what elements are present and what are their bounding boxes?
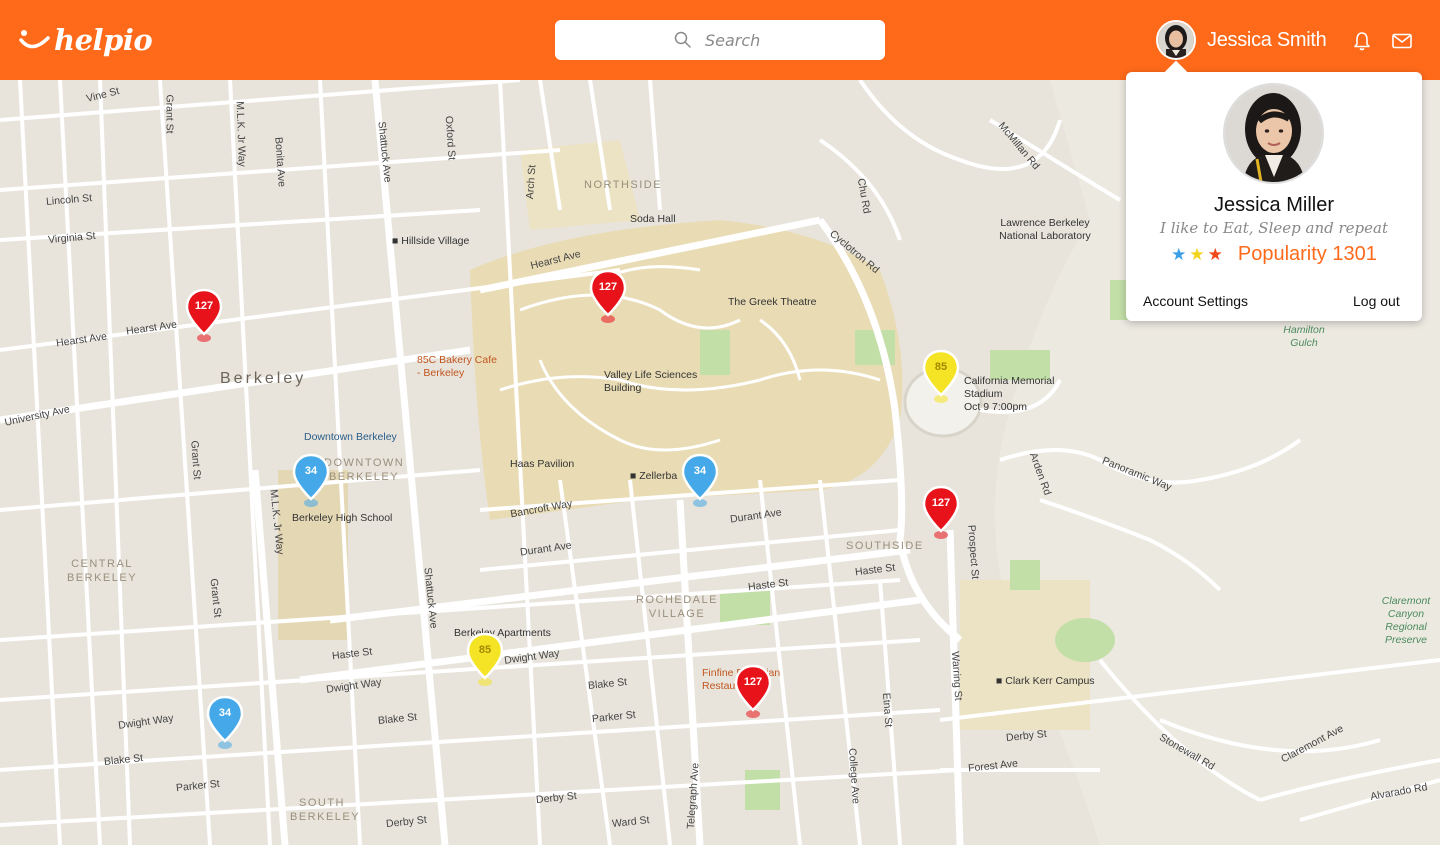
city-label: Berkeley xyxy=(220,370,307,387)
district-label: NORTHSIDE xyxy=(584,179,663,191)
profile-name: Jessica Miller xyxy=(1213,194,1335,216)
helpio-logo[interactable]: helpio xyxy=(18,18,153,62)
star-icon: ★ xyxy=(1207,244,1223,265)
poi-label[interactable]: Valley Life Sciences Building xyxy=(604,369,704,395)
street-label: Arch St xyxy=(524,164,539,200)
smile-logo-icon xyxy=(19,30,50,49)
star-icon: ★ xyxy=(1171,244,1187,265)
street-label: Grant St xyxy=(163,94,176,134)
pin-count: 127 xyxy=(931,497,951,509)
bell-icon[interactable] xyxy=(1351,30,1373,52)
poi-label[interactable]: Soda Hall xyxy=(630,213,676,226)
pin-count: 34 xyxy=(304,465,318,477)
poi-label: Claremont Canyon Regional Preserve xyxy=(1381,595,1431,646)
poi-label[interactable]: ■ Clark Kerr Campus xyxy=(996,675,1095,688)
map-pin[interactable]: 85 xyxy=(466,632,504,690)
star-icon: ★ xyxy=(1189,244,1205,265)
map-pin[interactable]: 34 xyxy=(206,695,244,753)
avatar[interactable] xyxy=(1156,20,1196,60)
profile-bio: I like to Eat, Sleep and repeat xyxy=(1160,219,1388,237)
poi-label[interactable]: California Memorial Stadium Oct 9 7:00pm xyxy=(964,375,1064,414)
map-pin[interactable]: 127 xyxy=(734,664,772,722)
pin-count: 127 xyxy=(194,300,214,312)
map-pin[interactable]: 85 xyxy=(922,349,960,407)
popularity-score: Popularity 1301 xyxy=(1237,243,1377,265)
pin-count: 127 xyxy=(598,281,618,293)
poi-label[interactable]: The Greek Theatre xyxy=(728,296,817,309)
district-label: CENTRAL BERKELEY xyxy=(66,558,138,584)
map-pin[interactable]: 127 xyxy=(922,485,960,543)
poi-label[interactable]: Downtown Berkeley xyxy=(304,431,397,444)
search-icon xyxy=(674,31,691,48)
profile-popover: Jessica Miller I like to Eat, Sleep and … xyxy=(1126,60,1422,321)
pin-count: 34 xyxy=(693,465,707,477)
district-label: ROCHEDALE VILLAGE xyxy=(636,594,718,620)
user-name: Jessica Smith xyxy=(1207,28,1327,51)
profile-avatar[interactable] xyxy=(1223,83,1324,184)
district-label: SOUTHSIDE xyxy=(846,540,924,552)
search-input[interactable] xyxy=(705,30,767,50)
poi-label[interactable]: ■ Hillside Village xyxy=(392,235,469,248)
pin-count: 85 xyxy=(934,361,948,373)
map-pin[interactable]: 34 xyxy=(292,453,330,511)
account-settings-link[interactable]: Account Settings xyxy=(1143,293,1248,309)
pin-count: 85 xyxy=(478,644,492,656)
map-pin[interactable]: 34 xyxy=(681,453,719,511)
street-label: Etna St xyxy=(880,692,895,728)
district-label: DOWNTOWN BERKELEY xyxy=(324,457,405,483)
map-pin[interactable]: 127 xyxy=(185,288,223,346)
search-box[interactable] xyxy=(555,20,885,60)
district-label: SOUTH BERKELEY xyxy=(290,797,361,823)
user-menu-trigger[interactable]: Jessica Smith xyxy=(1156,20,1327,60)
poi-label[interactable]: Haas Pavilion xyxy=(510,458,574,471)
poi-label: Hamilton Gulch xyxy=(1283,324,1325,349)
map-pin[interactable]: 127 xyxy=(589,269,627,327)
poi-label[interactable]: Lawrence Berkeley National Laboratory xyxy=(990,217,1100,243)
street-label: M.L.K. Jr Way xyxy=(233,101,248,167)
pin-count: 127 xyxy=(743,676,763,688)
poi-label[interactable]: Berkeley High School xyxy=(292,512,392,525)
poi-label[interactable]: 85C Bakery Cafe - Berkeley xyxy=(417,354,497,380)
mail-icon[interactable] xyxy=(1391,30,1413,52)
pin-count: 34 xyxy=(218,707,232,719)
profile-rating: ★ ★ ★ Popularity 1301 xyxy=(1126,243,1422,266)
logo-wordmark: helpio xyxy=(54,23,153,57)
logout-link[interactable]: Log out xyxy=(1353,293,1400,309)
top-navigation-bar: helpio Jessica Smith xyxy=(0,0,1440,80)
poi-label[interactable]: ■ Zellerba xyxy=(630,470,677,483)
